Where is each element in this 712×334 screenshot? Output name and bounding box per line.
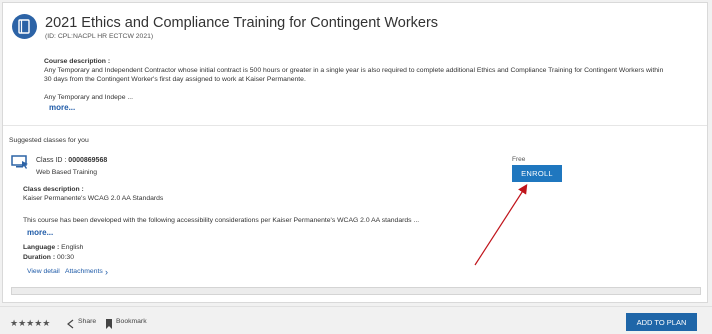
- share-button[interactable]: Share: [78, 318, 96, 325]
- footer-bar: ★★★★★ Share Bookmark ADD TO PLAN: [0, 306, 712, 334]
- bookmark-button[interactable]: Bookmark: [116, 318, 147, 325]
- annotation-arrow: [474, 183, 528, 266]
- bookmark-icon[interactable]: [105, 316, 113, 334]
- share-icon[interactable]: [66, 316, 76, 334]
- add-to-plan-button[interactable]: ADD TO PLAN: [626, 313, 697, 331]
- star-rating[interactable]: ★★★★★: [10, 318, 50, 329]
